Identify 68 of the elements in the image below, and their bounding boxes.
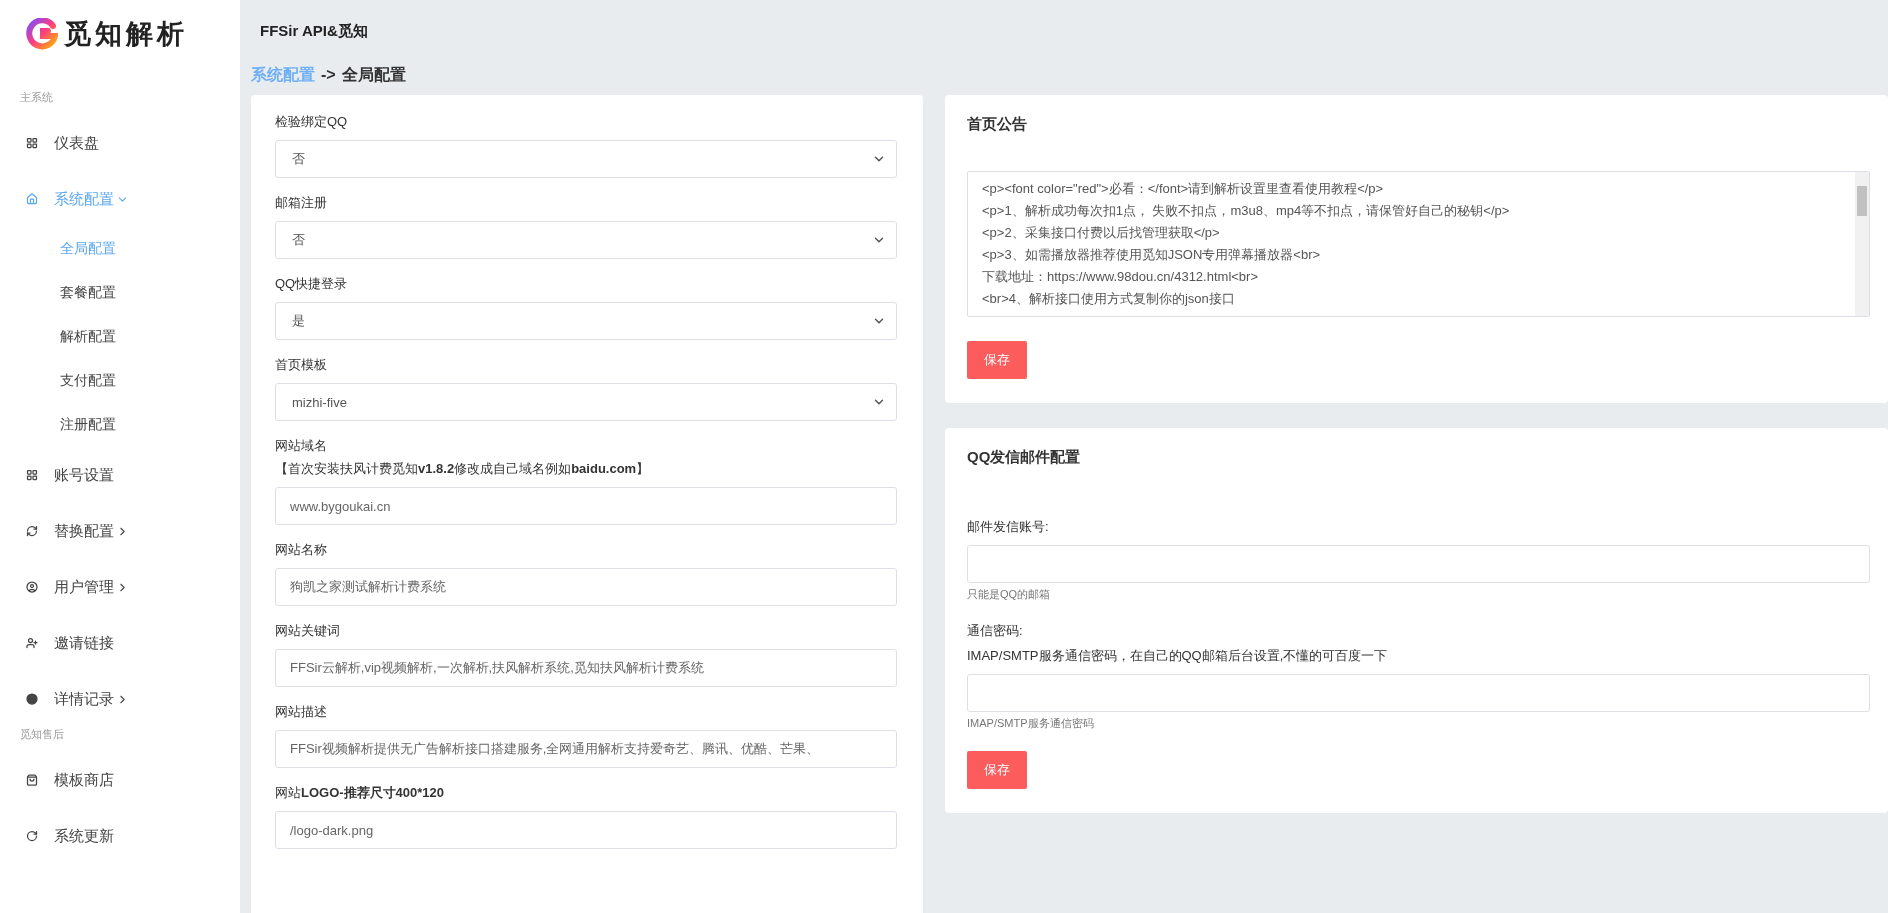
sidebar-item[interactable]: 邀请链接 [0,615,240,671]
input-field[interactable]: www.bygoukai.cn [275,487,897,525]
sidebar-item[interactable]: 用户管理 [0,559,240,615]
field-label: 检验绑定QQ [275,113,349,131]
textarea-text: <p><font color="red">必看：</font>请到解析设置里查看使用教程</p> <p>1、解析成功每次扣1点， 失败不扣点，m3u8、mp4等不扣点，请保管好自己的秘钥</p> <p>2、采集接口付费以后找管理获取</p> <p>3、如需播放器推荐使用觅知JSON专用弹幕播放器<br> 下载地址：https://www.98dou.cn/4312.html<br> <br>4、解析接口使用方式复制你的json接口 [981,180,1511,308]
input-field[interactable] [967,674,1870,712]
select-field[interactable]: 是 [275,302,897,340]
field-label: 邮件发信账号: [967,518,1050,536]
field-label: 网站LOGO-推荐尺寸400*120 [275,784,446,802]
input-field[interactable] [967,545,1870,583]
sidebar-subitem[interactable]: 注册配置 [0,403,240,447]
logo-text: 觅知解析 [64,17,188,51]
sidebar-item[interactable]: 详情记录 [0,671,240,727]
help-text: 只能是QQ的邮箱 [967,587,1052,602]
input-field[interactable]: FFSir云解析,vip视频解析,一次解析,扶风解析系统,觅知扶风解析计费系统 [275,649,897,687]
select-field[interactable]: 否 [275,140,897,178]
sidebar-subitem[interactable]: 支付配置 [0,359,240,403]
field-label: 通信密码: [967,622,1024,640]
field-label: 网站名称 [275,541,328,559]
field-label: 网站关键词 [275,622,341,640]
menu-icon [26,137,38,149]
breadcrumb-current: 全局配置 [341,64,406,85]
sidebar-item[interactable]: 系统更新 [0,808,240,864]
field-label: 网站描述 [275,703,328,721]
sidebar-item-label: 仪表盘 [54,133,99,153]
menu-icon [26,469,38,481]
menu-icon [26,693,38,705]
menu-icon [26,193,38,205]
menu-icon [26,525,38,537]
field-label: QQ快捷登录 [275,275,349,293]
field-note: 【首次安装扶风计费觅知v1.8.2修改成自己域名例如baidu.com】 [275,460,651,478]
sidebar-subitem[interactable]: 套餐配置 [0,271,240,315]
menu-icon [26,637,38,649]
sidebar-item-label: 系统更新 [54,826,114,846]
menu-icon [26,581,38,593]
sidebar-item[interactable]: 账号设置 [0,447,240,503]
field-note: IMAP/SMTP服务通信密码，在自己的QQ邮箱后台设置,不懂的可百度一下 [967,647,1389,665]
sidebar-item[interactable]: 模板商店 [0,752,240,808]
input-field[interactable]: 狗凯之家测试解析计费系统 [275,568,897,606]
scrollbar[interactable] [1855,172,1869,316]
sidebar-subitem[interactable]: 解析配置 [0,315,240,359]
menu-icon [26,774,38,786]
header-title: FFSir API&觅知 [260,21,368,41]
field-label: 邮箱注册 [275,194,328,212]
card-title: QQ发信邮件配置 [967,448,1082,467]
sidebar-item-label: 模板商店 [54,770,114,790]
announcement-textarea[interactable] [967,171,1870,317]
sidebar-item[interactable]: 替换配置 [0,503,240,559]
help-text: IMAP/SMTP服务通信密码 [967,716,1095,731]
sidebar-item-label: 详情记录 [54,689,114,709]
sidebar-item-label: 系统配置 [54,189,114,209]
breadcrumb-separator: -> [321,66,336,84]
sidebar-item-label: 替换配置 [54,521,114,541]
sidebar-item-label: 账号设置 [54,465,114,485]
menu-icon [26,830,38,842]
sidebar-section-title: 主系统 [19,90,54,105]
sidebar-item-label: 用户管理 [54,577,114,597]
card-title: 首页公告 [967,115,1028,134]
select-field[interactable]: 否 [275,221,897,259]
select-field[interactable]: mizhi-five [275,383,897,421]
sidebar-item-label: 邀请链接 [54,633,114,653]
sidebar-section-title: 觅知售后 [19,727,65,742]
logo-icon [26,18,58,50]
input-field[interactable]: /logo-dark.png [275,811,897,849]
input-field[interactable]: FFSir视频解析提供无广告解析接口搭建服务,全网通用解析支持爱奇艺、腾讯、优酷、芒果、 [275,730,897,768]
field-label: 首页模板 [275,356,328,374]
sidebar-item[interactable]: 仪表盘 [0,115,240,171]
field-label: 网站域名 [275,437,328,455]
